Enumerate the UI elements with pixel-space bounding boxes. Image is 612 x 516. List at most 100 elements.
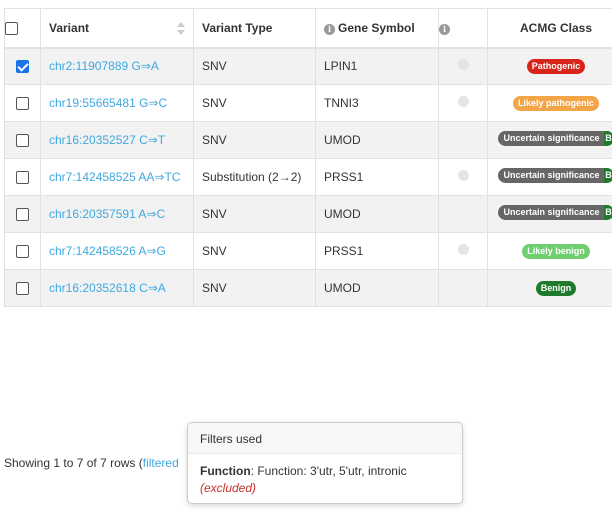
- acmg-class-badge: Likely benign: [522, 244, 590, 259]
- row-checkbox[interactable]: [16, 245, 29, 259]
- pagination-showing-text: Showing 1 to 7 of 7 rows (: [4, 456, 143, 470]
- header-acmg-class-label: ACMG Class: [519, 20, 593, 35]
- filtered-link[interactable]: filtered: [143, 456, 179, 470]
- gene-symbol-cell: PRSS1: [315, 232, 439, 270]
- info-cell: [438, 269, 488, 307]
- variant-link[interactable]: chr16:20357591 A⇒C: [49, 207, 165, 221]
- variant-link[interactable]: chr2:11907889 G⇒A: [49, 59, 159, 73]
- filter-value: : Function: 3'utr, 5'utr, intronic: [250, 464, 407, 478]
- header-variant-type[interactable]: Variant Type: [193, 8, 316, 49]
- table-header-row: Variant Variant Type i Gene Symbol i ACMG…: [4, 8, 612, 49]
- table-row[interactable]: chr19:55665481 G⇒C SNV TNNI3 Likely pathoge…: [4, 84, 612, 122]
- row-checkbox[interactable]: [16, 282, 29, 296]
- variant-type-cell: SNV: [193, 232, 316, 270]
- acmg-secondary-tag: B: [603, 205, 612, 220]
- sort-icon[interactable]: [177, 22, 185, 36]
- popover-body: Function: Function: 3'utr, 5'utr, intron…: [188, 454, 462, 506]
- header-gene-symbol-label: Gene Symbol: [338, 20, 415, 35]
- row-checkbox[interactable]: [16, 60, 29, 74]
- acmg-class-cell: Uncertain significance B: [487, 121, 612, 159]
- variant-cell: chr16:20357591 A⇒C: [40, 195, 194, 233]
- acmg-class-badge: Benign: [535, 281, 577, 296]
- variant-link[interactable]: chr16:20352618 C⇒A: [49, 281, 166, 295]
- variant-type-cell: Substitution (2→2): [193, 158, 316, 196]
- gene-symbol-cell: PRSS1: [315, 158, 439, 196]
- row-select-cell: [4, 47, 41, 85]
- info-cell: [438, 121, 488, 159]
- select-all-checkbox[interactable]: [5, 21, 18, 35]
- filters-popover: Filters used Function: Function: 3'utr, …: [187, 422, 463, 504]
- variant-cell: chr7:142458526 A⇒G: [40, 232, 194, 270]
- pagination-info: Showing 1 to 7 of 7 rows (filtered: [4, 456, 179, 470]
- gene-symbol-cell: UMOD: [315, 269, 439, 307]
- row-checkbox[interactable]: [16, 208, 29, 222]
- variant-type-cell: SNV: [193, 269, 316, 307]
- status-dot-icon: [457, 96, 469, 107]
- header-info[interactable]: i: [438, 8, 488, 49]
- variant-cell: chr19:55665481 G⇒C: [40, 84, 194, 122]
- variant-cell: chr16:20352527 C⇒T: [40, 121, 194, 159]
- gene-symbol-cell: UMOD: [315, 195, 439, 233]
- table-row[interactable]: chr16:20352527 C⇒T SNV UMOD Uncertain signi…: [4, 121, 612, 159]
- gene-symbol-cell: UMOD: [315, 121, 439, 159]
- header-acmg-class[interactable]: ACMG Class: [487, 8, 612, 49]
- select-all-header: [4, 8, 41, 49]
- status-dot-icon: [457, 59, 469, 71]
- table-row[interactable]: chr7:142458526 A⇒G SNV PRSS1 Likely benign: [4, 232, 612, 270]
- acmg-class-cell: Pathogenic: [487, 47, 612, 85]
- variant-type-cell: SNV: [193, 84, 316, 122]
- header-variant[interactable]: Variant: [40, 8, 194, 49]
- acmg-class-label: Uncertain significance: [503, 207, 600, 217]
- info-cell: [438, 232, 488, 270]
- variants-table: Variant Variant Type i Gene Symbol i ACMG…: [4, 8, 612, 307]
- table-row[interactable]: chr2:11907889 G⇒A SNV LPIN1 Pathogenic: [4, 47, 612, 85]
- acmg-class-cell: Likely pathogenic: [487, 84, 612, 122]
- row-select-cell: [4, 121, 41, 159]
- row-select-cell: [4, 84, 41, 122]
- variant-cell: chr2:11907889 G⇒A: [40, 47, 194, 85]
- header-variant-label: Variant: [49, 20, 90, 35]
- acmg-class-cell: Uncertain significance B: [487, 158, 612, 196]
- header-variant-type-label: Variant Type: [202, 20, 273, 35]
- acmg-class-label: Likely pathogenic: [517, 98, 595, 108]
- variant-cell: chr16:20352618 C⇒A: [40, 269, 194, 307]
- variant-link[interactable]: chr7:142458525 AA⇒TC: [49, 170, 180, 184]
- variant-type-cell: SNV: [193, 195, 316, 233]
- variant-cell: chr7:142458525 AA⇒TC: [40, 158, 194, 196]
- row-select-cell: [4, 232, 41, 270]
- info-icon[interactable]: i: [324, 23, 335, 35]
- status-dot-icon: [457, 244, 469, 255]
- acmg-class-badge: Uncertain significance B: [498, 205, 612, 220]
- acmg-class-cell: Likely benign: [487, 232, 612, 270]
- acmg-class-label: Uncertain significance: [503, 133, 600, 143]
- row-checkbox[interactable]: [16, 134, 29, 148]
- info-cell: [438, 158, 488, 196]
- table-row[interactable]: chr16:20357591 A⇒C SNV UMOD Uncertain signi…: [4, 195, 612, 233]
- variant-link[interactable]: chr19:55665481 G⇒C: [49, 96, 167, 110]
- acmg-class-cell: Benign: [487, 269, 612, 307]
- acmg-class-badge: Uncertain significance B: [498, 131, 612, 146]
- table-row[interactable]: chr7:142458525 AA⇒TC Substitution (2→2) PR…: [4, 158, 612, 196]
- info-cell: [438, 47, 488, 85]
- table-row[interactable]: chr16:20352618 C⇒A SNV UMOD Benign: [4, 269, 612, 307]
- header-gene-symbol[interactable]: i Gene Symbol: [315, 8, 439, 49]
- acmg-class-badge: Likely pathogenic: [512, 96, 600, 111]
- row-checkbox[interactable]: [16, 97, 29, 111]
- acmg-class-badge: Pathogenic: [526, 59, 586, 75]
- acmg-secondary-tag: B: [603, 168, 612, 183]
- acmg-class-label: Likely benign: [527, 246, 585, 256]
- variant-link[interactable]: chr16:20352527 C⇒T: [49, 133, 165, 147]
- gene-symbol-cell: LPIN1: [315, 47, 439, 85]
- variant-type-cell: SNV: [193, 121, 316, 159]
- info-cell: [438, 195, 488, 233]
- info-icon[interactable]: i: [439, 23, 450, 35]
- row-select-cell: [4, 195, 41, 233]
- acmg-class-badge: Uncertain significance B: [498, 168, 612, 183]
- variant-link[interactable]: chr7:142458526 A⇒G: [49, 244, 166, 258]
- row-select-cell: [4, 158, 41, 196]
- acmg-class-label: Uncertain significance: [503, 170, 600, 180]
- filter-excluded: (excluded): [200, 481, 257, 495]
- row-checkbox[interactable]: [16, 171, 29, 185]
- variant-type-cell: SNV: [193, 47, 316, 85]
- acmg-secondary-tag: B: [603, 131, 612, 146]
